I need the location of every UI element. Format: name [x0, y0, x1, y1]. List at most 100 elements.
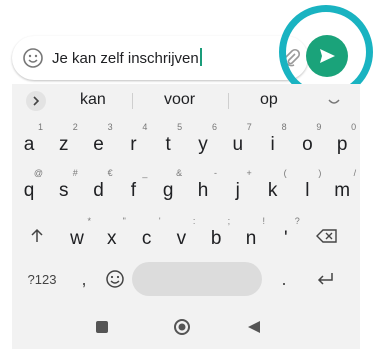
key-hint: 3: [107, 122, 113, 132]
key-label: e: [93, 134, 104, 155]
key-hint: &: [176, 168, 183, 178]
key-hint: 1: [37, 122, 43, 132]
key-label: s: [59, 180, 69, 201]
message-input-bar[interactable]: Je kan zelf inschrijven: [12, 36, 308, 80]
key-hint: 4: [142, 122, 148, 132]
key-label: x: [107, 228, 117, 249]
comma-key[interactable]: ,: [74, 264, 94, 294]
key-hint: ;: [227, 216, 231, 226]
suggestion-1[interactable]: kan: [80, 91, 106, 109]
shift-key[interactable]: [24, 214, 50, 258]
key-f[interactable]: _ f: [116, 166, 150, 210]
key-label: q: [23, 180, 35, 201]
key-g[interactable]: & g: [151, 166, 185, 210]
key-e[interactable]: 3e: [82, 120, 116, 164]
key-label: p: [336, 134, 348, 155]
key-hint: !: [262, 216, 265, 226]
key-label: w: [70, 228, 84, 249]
key-label: r: [130, 134, 137, 155]
key-label: y: [198, 134, 208, 155]
key-label: d: [93, 180, 104, 201]
key-hint: 6: [211, 122, 217, 132]
key-z[interactable]: 2z: [47, 120, 81, 164]
suggestion-divider: [228, 93, 229, 109]
key-l[interactable]: ) l: [290, 166, 324, 210]
text-caret: [199, 48, 202, 66]
key-h[interactable]: -h: [186, 166, 220, 210]
key-i[interactable]: 8i: [256, 120, 290, 164]
key-o[interactable]: 9o: [290, 120, 324, 164]
key-hint: 2: [72, 122, 78, 132]
key-c[interactable]: ' c: [130, 214, 164, 258]
key-hint: _: [142, 168, 148, 178]
key-label: t: [165, 134, 171, 155]
key-m[interactable]: / m: [325, 166, 359, 210]
key-label: j: [235, 180, 240, 201]
enter-icon: [317, 273, 333, 285]
key-hint: :: [192, 216, 196, 226]
key-v[interactable]: :v: [164, 214, 198, 258]
home-button[interactable]: [172, 317, 192, 337]
send-button[interactable]: [306, 35, 348, 77]
key-p[interactable]: 0p: [325, 120, 359, 164]
shift-arrow-icon: [31, 228, 43, 242]
emoji-icon[interactable]: [22, 47, 44, 69]
keyboard: kan voor op 1a2z3e4r5t6y7u8i9o0p @ q # s € d _…: [12, 84, 360, 349]
key-x[interactable]: " x: [95, 214, 129, 258]
key-label: c: [141, 228, 152, 249]
emoji-key[interactable]: [102, 264, 128, 294]
key-t[interactable]: 5t: [151, 120, 185, 164]
key-k[interactable]: (k: [256, 166, 290, 210]
key-hint: /: [353, 168, 357, 178]
key-a[interactable]: 1a: [12, 120, 46, 164]
emoji-icon: [106, 270, 124, 288]
key-n[interactable]: ! n: [234, 214, 268, 258]
key-label: o: [302, 134, 313, 155]
navigation-bar: [12, 309, 360, 349]
suggestion-divider: [132, 93, 133, 109]
key-hint: (: [283, 168, 287, 178]
key-u[interactable]: 7u: [221, 120, 255, 164]
key-b[interactable]: ; b: [199, 214, 233, 258]
key-hint: -: [214, 168, 217, 178]
enter-key[interactable]: [310, 264, 340, 294]
message-input[interactable]: Je kan zelf inschrijven: [52, 48, 202, 67]
suggestion-3[interactable]: op: [260, 91, 278, 109]
period-key[interactable]: .: [274, 264, 294, 294]
key-y[interactable]: 6y: [186, 120, 220, 164]
key-apostrophe[interactable]: ? ': [269, 214, 303, 258]
suggestion-strip: kan voor op: [12, 84, 360, 118]
key-r[interactable]: 4r: [116, 120, 150, 164]
backspace-key[interactable]: [310, 214, 344, 258]
key-s[interactable]: # s: [47, 166, 81, 210]
key-hint: 5: [177, 122, 183, 132]
microphone-icon[interactable]: [326, 92, 342, 108]
key-label: ': [283, 228, 288, 249]
key-hint: ?: [294, 216, 300, 226]
key-hint: ): [318, 168, 322, 178]
symbols-key[interactable]: ?123: [22, 264, 62, 294]
key-hint: +: [246, 168, 252, 178]
key-hint: €: [107, 168, 113, 178]
recent-apps-button[interactable]: [94, 319, 110, 335]
suggestion-2[interactable]: voor: [164, 91, 195, 109]
key-j[interactable]: + j: [221, 166, 255, 210]
expand-toolbar-button[interactable]: [26, 91, 46, 111]
key-label: v: [176, 228, 187, 249]
key-w[interactable]: * w: [60, 214, 94, 258]
key-label: m: [334, 180, 351, 201]
send-icon: [320, 49, 335, 63]
space-bar[interactable]: [132, 262, 262, 296]
key-label: k: [267, 180, 278, 201]
key-hint: #: [72, 168, 78, 178]
key-q[interactable]: @ q: [12, 166, 46, 210]
chevron-right-icon: [33, 96, 40, 106]
key-hint: @: [33, 168, 43, 178]
key-label: l: [305, 180, 310, 201]
key-label: u: [232, 134, 244, 155]
key-label: f: [130, 180, 137, 201]
key-label: a: [23, 134, 35, 155]
key-d[interactable]: € d: [82, 166, 116, 210]
key-label: b: [210, 228, 222, 249]
back-button[interactable]: [246, 319, 262, 335]
